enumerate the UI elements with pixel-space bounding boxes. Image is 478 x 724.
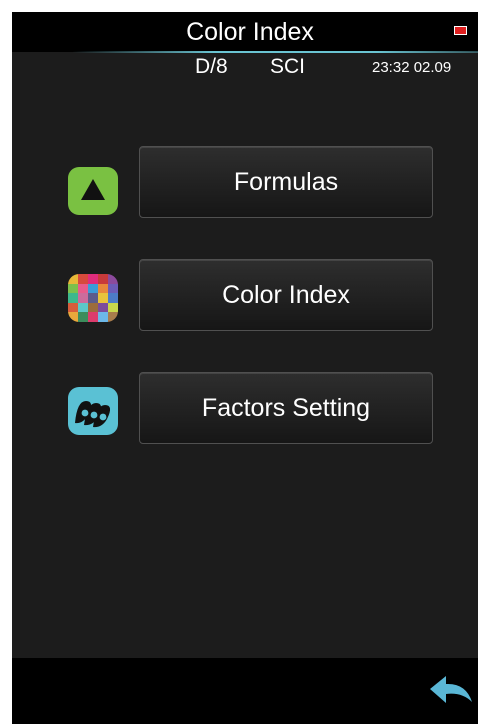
device-screen: Color Index D/8 SCI 23:32 02.09 Formulas… [12, 12, 478, 724]
page-title: Color Index [186, 18, 314, 46]
specular-mode: SCI [270, 55, 306, 78]
date-time: 23:32 02.09 [372, 59, 452, 76]
header-divider [72, 51, 478, 53]
triangle-icon[interactable] [68, 167, 118, 215]
footer-bar [12, 658, 478, 724]
title-bar: Color Index [12, 12, 478, 53]
formulas-button[interactable]: Formulas [139, 146, 433, 218]
battery-low-icon [454, 26, 467, 35]
back-arrow-icon[interactable] [426, 674, 474, 710]
triangle-glyph [81, 179, 105, 200]
factors-icon[interactable] [68, 387, 118, 435]
factors-glyph [75, 401, 111, 428]
color-index-button[interactable]: Color Index [139, 259, 433, 331]
back-arrow-glyph [430, 676, 472, 703]
color-grid-icon[interactable] [68, 274, 118, 322]
factors-setting-button[interactable]: Factors Setting [139, 372, 433, 444]
measurement-geometry: D/8 [195, 55, 228, 78]
